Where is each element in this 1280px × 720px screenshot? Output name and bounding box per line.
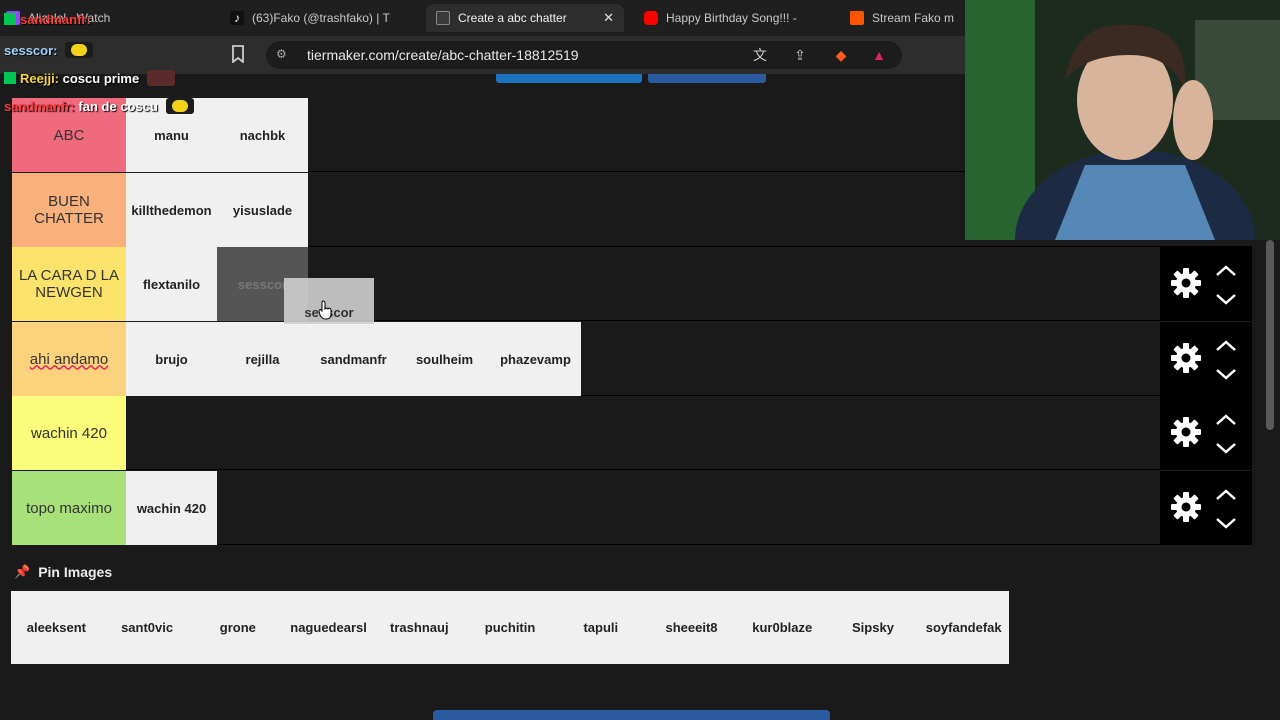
chat-message: sandmanfr: fan de coscu bbox=[4, 98, 194, 114]
chat-user: sandmanfr: bbox=[20, 12, 91, 27]
site-settings-icon[interactable]: ⚙ bbox=[276, 47, 292, 63]
pool-item[interactable]: aleeksent bbox=[11, 591, 102, 664]
tier-item[interactable]: wachin 420 bbox=[126, 471, 217, 545]
chat-message: Reejji: coscu prime bbox=[4, 70, 175, 86]
tab-title: Create a abc chatter bbox=[458, 11, 567, 25]
gear-icon[interactable] bbox=[1170, 491, 1202, 523]
chevron-down-icon[interactable] bbox=[1215, 368, 1237, 380]
tier-items: killthedemon yisuslade bbox=[126, 173, 308, 247]
tab-youtube[interactable]: Happy Birthday Song!!! - bbox=[644, 4, 824, 32]
pool-item[interactable]: Sipsky bbox=[827, 591, 919, 664]
tier-items: wachin 420 bbox=[126, 471, 217, 545]
minion-emote-icon bbox=[65, 42, 94, 58]
address-bar[interactable]: ⚙ tiermaker.com/create/abc-chatter-18812… bbox=[266, 41, 902, 69]
brave-shield-icon[interactable]: ◆ bbox=[831, 45, 851, 65]
chevron-up-icon[interactable] bbox=[1215, 489, 1237, 501]
tier-label[interactable]: wachin 420 bbox=[12, 396, 126, 470]
pool-item[interactable]: sant0vic bbox=[101, 591, 193, 664]
tier-item[interactable]: sandmanfr bbox=[308, 322, 399, 396]
tier-controls bbox=[1160, 322, 1252, 396]
minion-emote-icon bbox=[165, 98, 194, 114]
tier-item[interactable]: brujo bbox=[126, 322, 217, 396]
tier-item[interactable]: nachbk bbox=[217, 98, 308, 172]
chevron-up-icon[interactable] bbox=[1215, 414, 1237, 426]
tier-item[interactable]: killthedemon bbox=[126, 173, 217, 247]
tier-item[interactable]: yisuslade bbox=[217, 173, 308, 247]
face-emote-icon bbox=[146, 70, 175, 86]
pool-item[interactable]: kur0blaze bbox=[736, 591, 828, 664]
tab-soundcloud[interactable]: Stream Fako m bbox=[850, 4, 964, 32]
gear-icon[interactable] bbox=[1170, 267, 1202, 299]
tier-row-wachin-420: wachin 420 bbox=[12, 396, 1252, 470]
tab-tiermaker[interactable]: Create a abc chatter ✕ bbox=[426, 4, 624, 32]
translate-icon[interactable]: 文 bbox=[750, 45, 770, 65]
bookmark-icon[interactable] bbox=[228, 45, 248, 65]
tier-item[interactable]: rejilla bbox=[217, 322, 308, 396]
tier-label[interactable]: ahi andamo bbox=[12, 322, 126, 396]
chevron-up-icon[interactable] bbox=[1215, 340, 1237, 352]
tab-title: Stream Fako m bbox=[872, 11, 955, 25]
bottom-button[interactable] bbox=[433, 710, 830, 720]
tier-items: brujo rejilla sandmanfr soulheim phazeva… bbox=[126, 322, 581, 396]
badge-icon bbox=[4, 72, 16, 84]
pin-icon: 📌 bbox=[14, 564, 31, 579]
tier-items: flextanilo sesscor bbox=[126, 247, 308, 321]
chat-user: sandmanfr: bbox=[4, 99, 75, 114]
streamer-camera-image bbox=[965, 0, 1280, 240]
pin-images-label: Pin Images bbox=[38, 564, 113, 580]
chat-text: coscu prime bbox=[62, 71, 140, 86]
tier-row-la-cara-newgen: LA CARA D LA NEWGEN flextanilo sesscor bbox=[12, 247, 1252, 321]
chevron-up-icon[interactable] bbox=[1215, 265, 1237, 277]
pool-item[interactable]: grone bbox=[192, 591, 284, 664]
image-pool: aleeksent sant0vic grone naguedearsl tra… bbox=[11, 591, 1010, 664]
pool-item[interactable]: naguedearsl bbox=[283, 591, 374, 664]
tier-label[interactable]: LA CARA D LA NEWGEN bbox=[12, 247, 126, 321]
badge-icon bbox=[4, 13, 16, 25]
tier-label[interactable]: topo maximo bbox=[12, 471, 126, 545]
pool-item[interactable]: soyfandefak bbox=[918, 591, 1010, 664]
soundcloud-icon bbox=[850, 11, 864, 25]
tab-title: Happy Birthday Song!!! - bbox=[666, 11, 797, 25]
tier-row-topo-maximo: topo maximo wachin 420 bbox=[12, 471, 1252, 545]
pool-item[interactable]: tapuli bbox=[555, 591, 647, 664]
pin-images-toggle[interactable]: 📌 Pin Images bbox=[14, 564, 112, 580]
top-button-left[interactable] bbox=[496, 74, 642, 83]
chevron-down-icon[interactable] bbox=[1215, 517, 1237, 529]
pool-item[interactable]: trashnauj bbox=[373, 591, 465, 664]
pool-item[interactable]: puchitin bbox=[464, 591, 556, 664]
gear-icon[interactable] bbox=[1170, 342, 1202, 374]
chat-text: fan de coscu bbox=[78, 99, 158, 114]
close-icon[interactable]: ✕ bbox=[603, 10, 614, 26]
hand-cursor-icon bbox=[318, 300, 332, 320]
tier-controls bbox=[1160, 247, 1252, 321]
tier-controls bbox=[1160, 396, 1252, 470]
tier-label[interactable]: BUEN CHATTER bbox=[12, 173, 126, 247]
chat-user: Reejji: bbox=[20, 71, 60, 86]
chevron-down-icon[interactable] bbox=[1215, 442, 1237, 454]
chevron-down-icon[interactable] bbox=[1215, 293, 1237, 305]
youtube-icon bbox=[644, 11, 658, 25]
share-icon[interactable]: ⇪ bbox=[790, 45, 810, 65]
scrollbar-thumb[interactable] bbox=[1266, 240, 1274, 430]
brave-rewards-icon[interactable]: ▲ bbox=[869, 45, 889, 65]
chat-message: sandmanfr: bbox=[4, 12, 91, 27]
tier-item[interactable]: soulheim bbox=[399, 322, 490, 396]
gear-icon[interactable] bbox=[1170, 416, 1202, 448]
tier-item[interactable]: phazevamp bbox=[490, 322, 581, 396]
pool-item[interactable]: sheeeit8 bbox=[646, 591, 737, 664]
tab-title: (63)Fako (@trashfako) | T bbox=[252, 11, 390, 25]
screen: Aliaslol - Watch ♪ (63)Fako (@trashfako)… bbox=[0, 0, 1280, 720]
webcam-overlay bbox=[965, 0, 1280, 240]
tiktok-icon: ♪ bbox=[230, 11, 244, 25]
chat-user: sesscor: bbox=[4, 43, 58, 58]
tier-controls bbox=[1160, 471, 1252, 545]
top-button-right[interactable] bbox=[648, 74, 766, 83]
tab-tiktok[interactable]: ♪ (63)Fako (@trashfako) | T bbox=[230, 4, 408, 32]
chat-message: sesscor: bbox=[4, 42, 94, 58]
address-url: tiermaker.com/create/abc-chatter-1881251… bbox=[307, 47, 579, 63]
tier-item[interactable]: flextanilo bbox=[126, 247, 217, 321]
tier-row-ahi-andamo: ahi andamo brujo rejilla sandmanfr soulh… bbox=[12, 322, 1252, 396]
tiermaker-icon bbox=[436, 11, 450, 25]
